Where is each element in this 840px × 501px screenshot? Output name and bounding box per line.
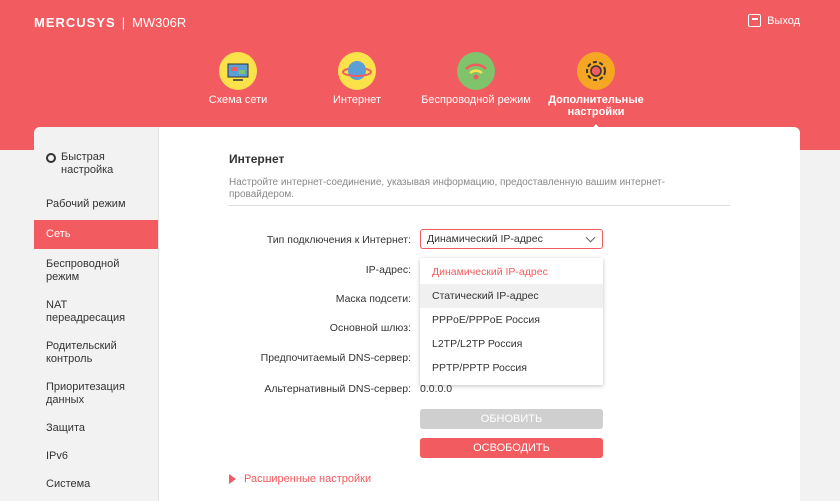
nav-label: Дополнительные настройки — [548, 94, 644, 118]
sidebar-item-nat[interactable]: NAT переадресация — [34, 293, 158, 331]
sidebar-item-security[interactable]: Защита — [34, 416, 158, 441]
connection-type-dropdown: Динамический IP-адрес Статический IP-адр… — [420, 258, 603, 385]
ip-address-label: IP-адрес: — [365, 264, 411, 276]
field-labels: Тип подключения к Интернет: IP-адрес: Ма… — [229, 127, 411, 501]
gear-icon — [46, 153, 56, 163]
brand-logo: MERCUSYS | MW306R — [34, 15, 186, 30]
select-value: Динамический IP-адрес — [427, 233, 543, 245]
sidebar-item-system[interactable]: Система — [34, 472, 158, 497]
sidebar-item-label: IPv6 — [46, 450, 69, 462]
sidebar-item-label: Рабочий режим — [46, 198, 126, 210]
sidebar-item-label: Быстрая настройка — [61, 151, 114, 176]
dropdown-option-static-ip[interactable]: Статический IP-адрес — [420, 284, 603, 308]
sidebar: Быстрая настройка Рабочий режим Сеть Бес… — [34, 127, 159, 501]
nav-advanced[interactable]: Дополнительные настройки — [536, 52, 656, 130]
brand-separator: | — [121, 15, 127, 30]
settings-gear-icon — [577, 52, 615, 90]
sidebar-item-label: Сеть — [46, 228, 71, 240]
wifi-icon — [457, 52, 495, 90]
nav-wireless[interactable]: Беспроводной режим — [416, 52, 536, 106]
chevron-down-icon — [585, 232, 596, 243]
logout-icon — [748, 14, 762, 27]
sidebar-item-label: Родительский контроль — [46, 340, 117, 365]
nav-internet[interactable]: Интернет — [297, 52, 417, 106]
secondary-dns-label: Альтернативный DNS-сервер: — [264, 383, 411, 395]
subnet-mask-label: Маска подсети: — [335, 293, 411, 305]
planet-icon — [338, 52, 376, 90]
sidebar-item-operation-mode[interactable]: Рабочий режим — [34, 192, 158, 217]
logout-button[interactable]: Выход — [748, 14, 800, 27]
network-map-icon — [219, 52, 257, 90]
dropdown-option-l2tp[interactable]: L2TP/L2TP Россия — [420, 332, 603, 356]
sidebar-item-label: Беспроводной режим — [46, 258, 120, 283]
connection-type-label: Тип подключения к Интернет: — [266, 234, 411, 246]
nav-label: Интернет — [333, 94, 381, 106]
sidebar-item-ipv6[interactable]: IPv6 — [34, 444, 158, 469]
logout-label: Выход — [767, 14, 800, 27]
sidebar-item-label: NAT переадресация — [46, 299, 126, 324]
sidebar-item-label: Система — [46, 478, 91, 490]
nav-label: Схема сети — [208, 94, 268, 106]
sidebar-item-qos[interactable]: Приоритезация данных — [34, 375, 158, 413]
main-panel: Быстрая настройка Рабочий режим Сеть Бес… — [34, 127, 800, 501]
renew-button[interactable]: ОБНОВИТЬ — [420, 409, 603, 429]
release-button[interactable]: ОСВОБОДИТЬ — [420, 438, 603, 458]
advanced-settings-label: Расширенные настройки — [244, 473, 372, 485]
sidebar-item-quick-setup[interactable]: Быстрая настройка — [34, 127, 158, 183]
primary-dns-label: Предпочитаемый DNS-сервер: — [260, 352, 411, 364]
connection-type-select[interactable]: Динамический IP-адрес — [420, 229, 603, 249]
sidebar-item-label: Защита — [46, 422, 85, 434]
sidebar-item-wireless[interactable]: Беспроводной режим — [34, 252, 158, 290]
secondary-dns-value: 0.0.0.0 — [420, 383, 453, 395]
dropdown-option-dynamic-ip[interactable]: Динамический IP-адрес — [420, 260, 603, 284]
sidebar-item-parental-control[interactable]: Родительский контроль — [34, 334, 158, 372]
nav-network-map[interactable]: Схема сети — [178, 52, 298, 106]
dropdown-option-pppoe[interactable]: PPPoE/PPPoE Россия — [420, 308, 603, 332]
default-gateway-label: Основной шлюз: — [329, 322, 411, 334]
brand-name: MERCUSYS — [34, 15, 116, 30]
model-name: MW306R — [132, 15, 187, 30]
nav-label: Беспроводной режим — [421, 94, 531, 106]
sidebar-item-network[interactable]: Сеть — [34, 220, 158, 249]
advanced-settings-link[interactable]: Расширенные настройки — [229, 473, 371, 485]
sidebar-item-label: Приоритезация данных — [46, 381, 125, 406]
dropdown-option-pptp[interactable]: PPTP/PPTP Россия — [420, 356, 603, 380]
caret-right-icon — [229, 474, 236, 484]
